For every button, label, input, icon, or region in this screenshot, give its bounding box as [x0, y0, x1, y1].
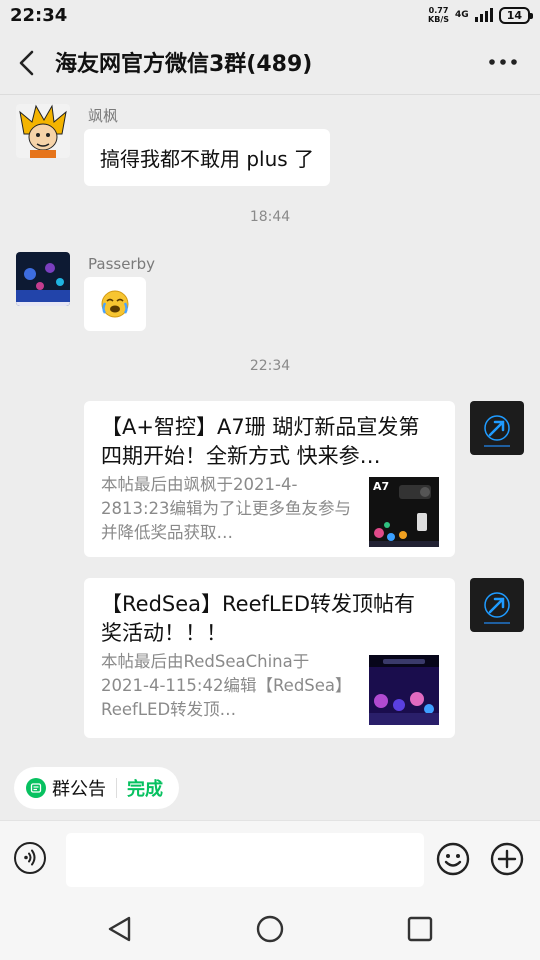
- signal-type: 4G: [455, 10, 469, 20]
- message-list[interactable]: 飒枫 搞得我都不敢用 plus 了 18:44 Passerby 22:34 【…: [0, 95, 540, 755]
- group-notice-bar[interactable]: 群公告 完成: [14, 767, 179, 809]
- sender-name: 飒枫: [88, 107, 119, 125]
- message-bubble[interactable]: [84, 277, 146, 331]
- chevron-left-icon[interactable]: [16, 50, 40, 76]
- status-time: 22:34: [10, 5, 68, 26]
- status-icons: 0.77 KB/S 4G 14: [428, 6, 534, 24]
- notice-label: 群公告: [52, 779, 106, 800]
- system-nav-bar: [0, 898, 540, 960]
- chat-header: 海友网官方微信3群(489): [0, 32, 540, 95]
- avatar[interactable]: [470, 578, 524, 632]
- card-thumbnail: A7: [369, 477, 439, 547]
- battery-icon: 14: [498, 6, 534, 24]
- square-recent-icon[interactable]: [405, 914, 435, 944]
- avatar[interactable]: [470, 401, 524, 455]
- triangle-back-icon[interactable]: [105, 914, 135, 944]
- notice-icon: [26, 778, 46, 798]
- chat-title: 海友网官方微信3群(489): [55, 52, 313, 77]
- time-divider: 22:34: [249, 358, 291, 374]
- avatar[interactable]: [16, 104, 70, 158]
- divider: [116, 778, 117, 798]
- notice-done-button[interactable]: 完成: [127, 775, 163, 801]
- network-speed: 0.77 KB/S: [428, 6, 449, 24]
- network-speed-unit: KB/S: [428, 15, 450, 24]
- card-title: 【A+智控】A7珊 瑚灯新品宣发第四期开始！全新方式 快来参…: [101, 415, 420, 468]
- link-card[interactable]: 【RedSea】ReefLED转发顶帖有奖活动！！！ 本帖最后由RedSeaCh…: [84, 578, 455, 738]
- message-text: 搞得我都不敢用 plus 了: [100, 147, 315, 171]
- message-input[interactable]: [66, 833, 424, 887]
- avatar[interactable]: [16, 252, 70, 306]
- circle-home-icon[interactable]: [255, 914, 285, 944]
- plus-icon[interactable]: [490, 842, 524, 876]
- crying-laughing-emoji-icon: [100, 289, 130, 319]
- card-description: 本帖最后由飒枫于2021-4-2813:23编辑为了让更多鱼友参与并降低奖品获取…: [101, 475, 352, 542]
- input-bar: [0, 820, 540, 899]
- card-title: 【RedSea】ReefLED转发顶帖有奖活动！！！: [101, 592, 416, 645]
- more-dots-icon[interactable]: [488, 52, 518, 72]
- message-bubble[interactable]: 搞得我都不敢用 plus 了: [84, 129, 331, 186]
- signal-bars-icon: [474, 8, 493, 22]
- sender-name: Passerby: [88, 255, 155, 273]
- card-thumbnail: [369, 655, 439, 725]
- card-description: 本帖最后由RedSeaChina于2021-4-115:42编辑【RedSea】…: [101, 652, 352, 719]
- time-divider: 18:44: [249, 209, 291, 225]
- link-card[interactable]: 【A+智控】A7珊 瑚灯新品宣发第四期开始！全新方式 快来参… 本帖最后由飒枫于…: [84, 401, 455, 557]
- status-bar: 22:34 0.77 KB/S 4G 14: [0, 0, 540, 32]
- network-speed-value: 0.77: [428, 6, 449, 15]
- voice-icon[interactable]: [14, 842, 46, 874]
- emoji-icon[interactable]: [436, 842, 470, 876]
- thumbnail-label: A7: [373, 480, 390, 493]
